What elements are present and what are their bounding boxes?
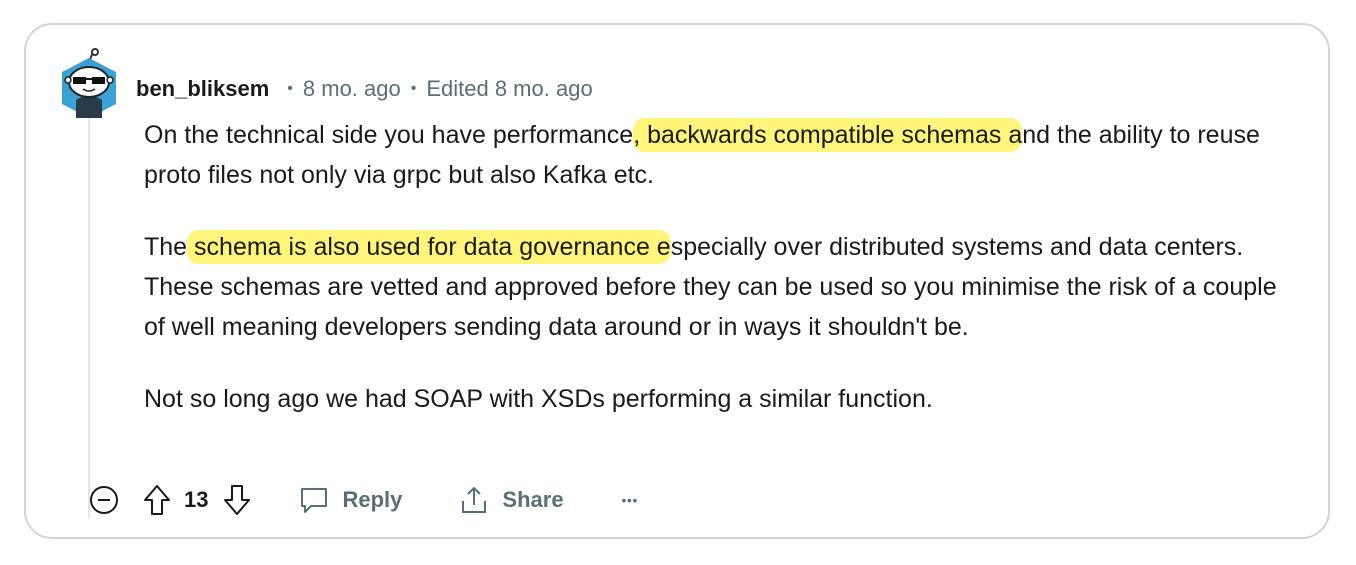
text-segment: On the technical side you have performan… xyxy=(144,121,634,149)
text-segment: The xyxy=(144,233,188,261)
downvote-arrow-icon xyxy=(224,485,251,515)
speech-bubble-icon xyxy=(301,488,328,513)
share-label: Share xyxy=(502,487,564,512)
more-options-icon: ••• xyxy=(621,492,639,508)
edited-timestamp: Edited 8 mo. ago xyxy=(426,76,593,101)
share-upload-icon xyxy=(462,487,487,513)
text-segment: Not so long ago we had SOAP with XSDs pe… xyxy=(144,385,933,413)
vote-score: 13 xyxy=(184,487,209,512)
separator-dot: • xyxy=(410,80,417,97)
share-button[interactable]: Share xyxy=(458,484,564,516)
comment-paragraph: Not so long ago we had SOAP with XSDs pe… xyxy=(144,379,1294,419)
reply-label: Reply xyxy=(342,487,403,512)
upvote-arrow-icon xyxy=(144,485,170,515)
upvote-button[interactable] xyxy=(142,483,172,517)
separator-dot: • xyxy=(287,80,293,97)
username-link[interactable]: ben_bliksem xyxy=(136,76,269,102)
user-avatar-icon[interactable] xyxy=(58,48,120,120)
collapse-minus-icon xyxy=(90,486,118,514)
highlighted-text: , backwards compatible schemas a xyxy=(633,118,1023,152)
downvote-button[interactable] xyxy=(222,483,252,517)
comment-actions-bar: 13 Reply Share ••• xyxy=(88,478,638,522)
posted-timestamp[interactable]: 8 mo. ago xyxy=(303,76,401,102)
collapse-button[interactable] xyxy=(88,484,120,516)
highlighted-text: schema is also used for data governance … xyxy=(187,230,671,264)
reply-button[interactable]: Reply xyxy=(298,484,402,516)
thread-line[interactable] xyxy=(88,118,90,518)
more-options-button[interactable]: ••• xyxy=(622,493,639,508)
comment-header: ben_bliksem • 8 mo. ago • Edited 8 mo. a… xyxy=(136,74,593,104)
comment-paragraph: On the technical side you have performan… xyxy=(144,115,1294,195)
comment-body: On the technical side you have performan… xyxy=(144,115,1294,451)
comment-paragraph: The schema is also used for data governa… xyxy=(144,227,1294,347)
